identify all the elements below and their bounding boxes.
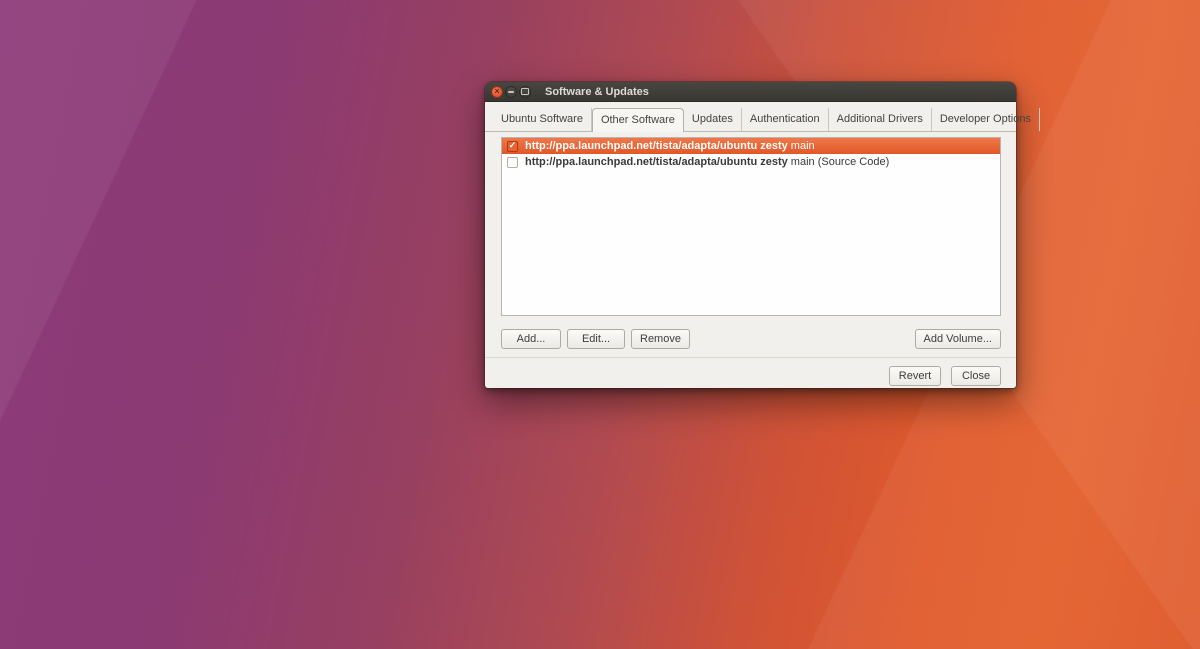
close-button[interactable]: Close — [951, 366, 1001, 386]
tab-updates[interactable]: Updates — [684, 108, 742, 131]
maximize-window-button[interactable] — [519, 86, 531, 98]
remove-button[interactable]: Remove — [631, 329, 690, 349]
source-detail: main (Source Code) — [791, 156, 889, 168]
source-checkbox-unchecked[interactable] — [507, 157, 518, 168]
add-button[interactable]: Add... — [501, 329, 561, 349]
source-actions: Add... Edit... Remove Add Volume... — [501, 329, 1001, 349]
window-body: Ubuntu Software Other Software Updates A… — [485, 102, 1016, 388]
software-sources-list: ✓ http://ppa.launchpad.net/tista/adapta/… — [501, 137, 1001, 316]
footer-divider — [485, 357, 1016, 358]
tab-bar: Ubuntu Software Other Software Updates A… — [485, 102, 1016, 132]
source-detail: main — [791, 140, 815, 152]
dialog-footer: Revert Close — [501, 366, 1001, 386]
tab-other-software[interactable]: Other Software — [592, 108, 684, 132]
source-row[interactable]: http://ppa.launchpad.net/tista/adapta/ub… — [502, 154, 1000, 170]
check-icon: ✓ — [509, 141, 517, 150]
source-url: http://ppa.launchpad.net/tista/adapta/ub… — [525, 140, 788, 152]
desktop-wallpaper: { "window": { "title": "Software & Updat… — [0, 0, 1200, 649]
minimize-window-button[interactable] — [505, 86, 517, 98]
close-window-button[interactable]: × — [491, 86, 503, 98]
window-title: Software & Updates — [545, 86, 649, 98]
minimize-icon — [508, 91, 514, 93]
source-checkbox-checked[interactable]: ✓ — [507, 141, 518, 152]
revert-button[interactable]: Revert — [889, 366, 941, 386]
tab-authentication[interactable]: Authentication — [742, 108, 829, 131]
maximize-icon — [521, 88, 529, 95]
titlebar[interactable]: × Software & Updates — [485, 82, 1016, 102]
tab-ubuntu-software[interactable]: Ubuntu Software — [493, 108, 592, 131]
tab-developer-options[interactable]: Developer Options — [932, 108, 1040, 131]
edit-button[interactable]: Edit... — [567, 329, 625, 349]
tab-additional-drivers[interactable]: Additional Drivers — [829, 108, 932, 131]
add-volume-button[interactable]: Add Volume... — [915, 329, 1002, 349]
source-row-selected[interactable]: ✓ http://ppa.launchpad.net/tista/adapta/… — [502, 138, 1000, 154]
software-updates-window: × Software & Updates Ubuntu Software Oth… — [485, 82, 1016, 388]
close-icon: × — [494, 87, 499, 96]
source-url: http://ppa.launchpad.net/tista/adapta/ub… — [525, 156, 788, 168]
